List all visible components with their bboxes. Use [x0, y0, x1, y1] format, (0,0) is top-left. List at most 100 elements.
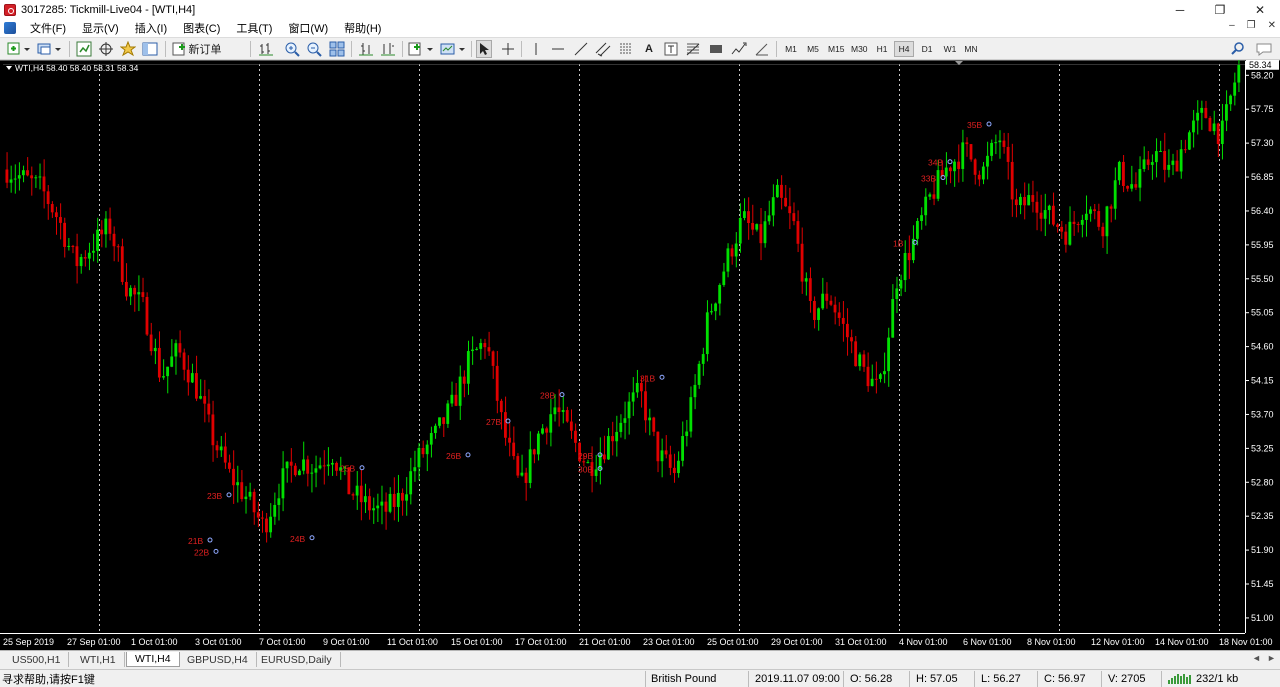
chart-window-icon[interactable]	[4, 22, 16, 34]
menu-help[interactable]: 帮助(H)	[336, 20, 389, 36]
close-button[interactable]: ✕	[1240, 0, 1280, 19]
chart-minimize-button[interactable]: –	[1229, 20, 1235, 31]
tab-wti-h4[interactable]: WTI,H4	[126, 652, 180, 667]
menu-view[interactable]: 显示(V)	[74, 20, 127, 36]
candle-body	[240, 482, 244, 500]
candle-body	[79, 257, 83, 267]
price-tick-label: 53.70	[1251, 409, 1274, 419]
terminal-button[interactable]	[140, 40, 160, 58]
bar-chart-button[interactable]	[256, 40, 276, 58]
menu-insert[interactable]: 插入(I)	[127, 20, 175, 36]
candle-body	[508, 437, 511, 443]
tab-scroll-left-button[interactable]: ◄	[1252, 653, 1261, 663]
arrow-tools-button[interactable]	[730, 40, 748, 58]
candle-body	[499, 400, 503, 413]
menu-file[interactable]: 文件(F)	[22, 20, 74, 36]
auto-scroll-button[interactable]	[378, 40, 398, 58]
timeframe-m30[interactable]: M30	[848, 41, 871, 57]
price-chart[interactable]: 25 Sep 2019 27 Sep 01:00 1 Oct 01:00 3 Oct …	[0, 60, 1280, 650]
candle-body	[532, 449, 536, 455]
timeframe-m5[interactable]: M5	[803, 41, 823, 57]
trade-marker-label: 1B	[893, 238, 904, 248]
candle-body	[1056, 224, 1059, 227]
candle-body	[874, 378, 878, 380]
tab-eurusd-daily[interactable]: EURUSD,Daily	[253, 652, 341, 667]
chat-button[interactable]	[1254, 40, 1274, 58]
candle-body	[545, 428, 549, 433]
channel-button[interactable]	[595, 40, 611, 58]
timeframe-d1[interactable]: D1	[917, 41, 937, 57]
text-tool-button[interactable]: A	[641, 40, 657, 58]
new-chart-button[interactable]	[6, 40, 32, 58]
templates-button[interactable]	[439, 40, 467, 58]
tab-gbpusd-h4[interactable]: GBPUSD,H4	[179, 652, 257, 667]
timeframe-mn[interactable]: MN	[961, 41, 981, 57]
equidistant-channel-icon	[595, 42, 611, 57]
menu-window[interactable]: 窗口(W)	[280, 20, 336, 36]
trade-marker-label: 22B	[194, 547, 209, 557]
tab-scroll-right-button[interactable]: ►	[1267, 653, 1276, 663]
candle-body	[586, 462, 590, 464]
timeframe-w1[interactable]: W1	[940, 41, 960, 57]
menu-charts[interactable]: 图表(C)	[175, 20, 228, 36]
profiles-button[interactable]	[36, 40, 64, 58]
chart-close-button[interactable]: ✕	[1268, 20, 1276, 31]
candle-body	[903, 253, 907, 281]
rectangle-icon	[710, 45, 722, 53]
time-tick-label: 7 Oct 01:00	[259, 637, 306, 647]
chart-shift-button[interactable]	[356, 40, 376, 58]
candle-body	[689, 397, 693, 432]
timeframe-m1[interactable]: M1	[781, 41, 801, 57]
terminal-panel-icon	[142, 42, 158, 56]
candle-body	[13, 178, 17, 180]
candle-body	[977, 174, 981, 180]
time-tick-label: 8 Nov 01:00	[1027, 637, 1076, 647]
chart-restore-button[interactable]: ❐	[1247, 20, 1256, 31]
new-order-button[interactable]: 新订单	[170, 40, 222, 58]
tile-windows-button[interactable]	[327, 40, 347, 58]
tab-us500-h1[interactable]: US500,H1	[4, 652, 70, 667]
candle-body	[615, 431, 619, 442]
cursor-tool-button[interactable]	[476, 40, 492, 58]
horizontal-line-button[interactable]	[550, 40, 566, 58]
vertical-line-button[interactable]	[528, 40, 544, 58]
tab-wti-h1[interactable]: WTI,H1	[72, 652, 125, 667]
candle-body	[817, 308, 820, 320]
horizontal-line-icon	[552, 48, 564, 50]
trendline-button[interactable]	[573, 40, 589, 58]
candle-body	[990, 142, 993, 156]
crosshair-tool-button[interactable]	[499, 40, 517, 58]
minimize-button[interactable]: ─	[1160, 0, 1200, 19]
candle-body	[780, 184, 783, 198]
candle-body	[804, 278, 808, 282]
search-button[interactable]	[1230, 40, 1246, 58]
candle-body	[1006, 146, 1010, 162]
timeframe-h1[interactable]: H1	[872, 41, 892, 57]
connection-bars-icon	[1168, 674, 1191, 684]
rectangle-button[interactable]	[708, 40, 724, 58]
indicators-button[interactable]	[407, 40, 435, 58]
candle-body	[755, 224, 759, 230]
candle-body	[260, 517, 264, 519]
templates-icon	[440, 43, 465, 55]
candle-body	[471, 349, 474, 352]
fibo-fan-button[interactable]	[685, 40, 701, 58]
period-separator-button[interactable]	[754, 40, 770, 58]
zoom-out-button[interactable]	[304, 40, 324, 58]
maximize-button[interactable]: ❐	[1200, 0, 1240, 19]
menu-tools[interactable]: 工具(T)	[228, 20, 280, 36]
candle-body	[310, 472, 314, 474]
timeframe-m15[interactable]: M15	[825, 41, 848, 57]
text-label-button[interactable]	[663, 40, 679, 58]
chart-header-text: WTI,H4 58.40 58.40 58.31 58.34	[15, 63, 139, 73]
candle-body	[569, 421, 573, 431]
time-tick-label: 21 Oct 01:00	[579, 637, 631, 647]
timeframe-h4[interactable]: H4	[894, 41, 914, 57]
navigator-button[interactable]	[118, 40, 138, 58]
candlestick-chart-svg[interactable]: 25 Sep 2019 27 Sep 01:00 1 Oct 01:00 3 Oct …	[0, 60, 1280, 650]
data-window-button[interactable]	[96, 40, 116, 58]
fibonacci-button[interactable]	[618, 40, 634, 58]
candle-body	[582, 461, 586, 463]
market-watch-button[interactable]	[74, 40, 94, 58]
zoom-in-button[interactable]	[282, 40, 302, 58]
